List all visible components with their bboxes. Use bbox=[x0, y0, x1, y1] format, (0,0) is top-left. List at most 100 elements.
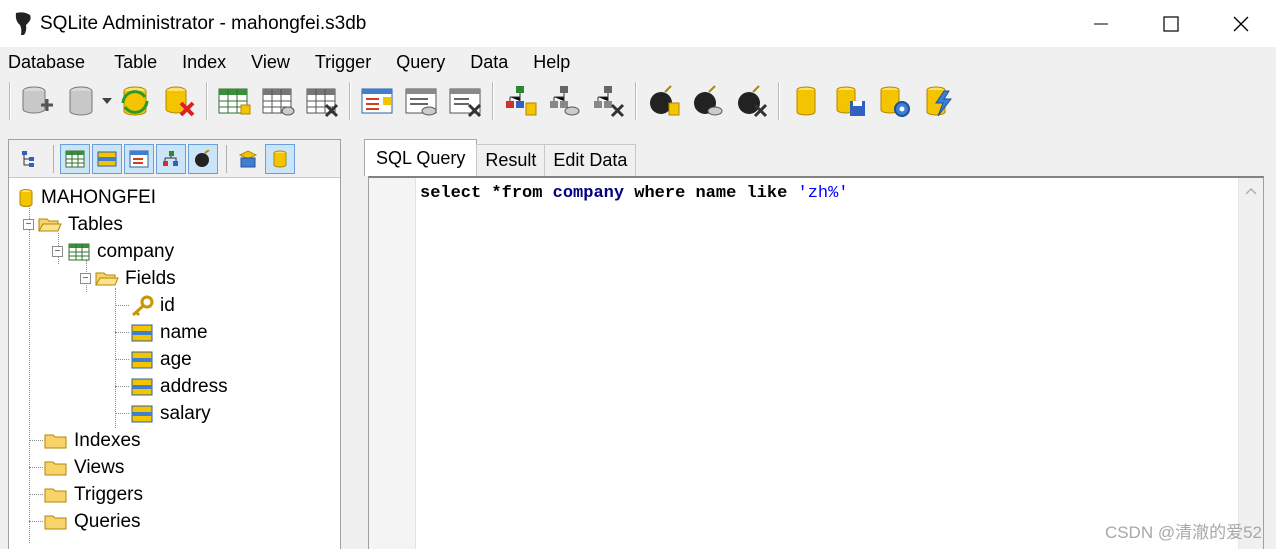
menu-trigger[interactable]: Trigger bbox=[307, 52, 380, 73]
sql-keyword: *from bbox=[481, 184, 553, 203]
edit-trigger-button[interactable] bbox=[687, 80, 727, 122]
create-index-icon bbox=[506, 86, 537, 116]
collapse-toggle[interactable]: − bbox=[80, 273, 91, 284]
delete-trigger-button[interactable] bbox=[731, 80, 771, 122]
delete-index-button[interactable] bbox=[588, 80, 628, 122]
tree-item-field-label: address bbox=[160, 375, 228, 397]
create-table-button[interactable] bbox=[214, 80, 254, 122]
menu-index[interactable]: Index bbox=[174, 52, 235, 73]
menu-bar: Database Table Index View Trigger Query … bbox=[0, 47, 1276, 77]
edit-index-button[interactable] bbox=[544, 80, 584, 122]
execute-query-button[interactable] bbox=[918, 80, 958, 122]
tree-toolbar-separator bbox=[226, 144, 227, 173]
save-database-icon bbox=[836, 86, 865, 116]
maximize-button[interactable] bbox=[1136, 0, 1206, 47]
tab-sql-query[interactable]: SQL Query bbox=[364, 139, 478, 176]
tree-item-field-label: salary bbox=[160, 402, 211, 424]
toolbar-separator bbox=[9, 82, 10, 120]
edit-table-button[interactable] bbox=[258, 80, 298, 122]
folder-icon bbox=[44, 484, 68, 506]
sqlite-feather-icon bbox=[15, 11, 31, 35]
minimize-button[interactable] bbox=[1066, 0, 1136, 47]
tree-item-field-name[interactable]: name bbox=[9, 319, 340, 346]
database-settings-icon bbox=[880, 86, 910, 117]
tree-item-views[interactable]: Views bbox=[9, 454, 340, 481]
object-tree: MAHONGFEI − Tables − company − Fields id… bbox=[9, 178, 340, 543]
create-view-button[interactable] bbox=[357, 80, 397, 122]
close-button[interactable] bbox=[1206, 0, 1276, 47]
filter-views-button[interactable] bbox=[124, 143, 154, 174]
tree-item-indexes[interactable]: Indexes bbox=[9, 427, 340, 454]
tree-item-fields[interactable]: − Fields bbox=[9, 265, 340, 292]
menu-database[interactable]: Database bbox=[0, 52, 94, 73]
menu-help[interactable]: Help bbox=[525, 52, 579, 73]
new-database-button[interactable] bbox=[17, 80, 57, 122]
create-trigger-button[interactable] bbox=[643, 80, 683, 122]
database-info-button[interactable] bbox=[786, 80, 826, 122]
delete-table-button[interactable] bbox=[302, 80, 342, 122]
folder-icon bbox=[44, 457, 68, 479]
tree-view-icon bbox=[22, 150, 34, 167]
delete-table-icon bbox=[306, 88, 339, 118]
delete-index-icon bbox=[594, 86, 625, 118]
menu-data[interactable]: Data bbox=[462, 52, 517, 73]
edit-index-icon bbox=[550, 86, 580, 116]
save-database-button[interactable] bbox=[830, 80, 870, 122]
collapse-toggle[interactable]: − bbox=[52, 246, 63, 257]
close-database-button[interactable] bbox=[159, 80, 199, 122]
refresh-database-button[interactable] bbox=[115, 80, 155, 122]
watermark: CSDN @清澈的爱52 bbox=[1104, 523, 1262, 542]
tree-item-views-label: Views bbox=[74, 456, 125, 478]
window-title: SQLite Administrator - mahongfei.s3db bbox=[40, 12, 367, 34]
sql-keyword: where name like bbox=[624, 184, 798, 203]
minimize-icon bbox=[1094, 23, 1108, 24]
tree-item-field-age[interactable]: age bbox=[9, 346, 340, 373]
delete-view-button[interactable] bbox=[445, 80, 485, 122]
sql-code[interactable]: select *from company where name like 'zh… bbox=[420, 184, 849, 203]
tree-item-table-company[interactable]: − company bbox=[9, 238, 340, 265]
tree-item-field-salary[interactable]: salary bbox=[9, 400, 340, 427]
tree-item-database-label: MAHONGFEI bbox=[41, 186, 157, 208]
filter-triggers-button[interactable] bbox=[188, 143, 218, 174]
tree-item-queries[interactable]: Queries bbox=[9, 508, 340, 535]
table-icon bbox=[65, 150, 85, 167]
database-object-button[interactable] bbox=[265, 143, 295, 174]
collapse-toggle[interactable]: − bbox=[23, 219, 34, 230]
tree-item-field-id[interactable]: id bbox=[9, 292, 340, 319]
create-view-icon bbox=[361, 88, 393, 114]
query-list-button[interactable] bbox=[233, 144, 263, 174]
tree-item-tables[interactable]: − Tables bbox=[9, 211, 340, 238]
create-index-button[interactable] bbox=[500, 80, 540, 122]
open-database-dropdown[interactable] bbox=[101, 80, 113, 122]
tree-item-database[interactable]: MAHONGFEI bbox=[9, 184, 340, 211]
new-database-icon bbox=[22, 86, 53, 114]
field-icon bbox=[130, 376, 154, 398]
vertical-scrollbar[interactable] bbox=[1238, 178, 1263, 549]
table-icon bbox=[67, 241, 91, 263]
tree-item-queries-label: Queries bbox=[74, 510, 141, 532]
menu-table[interactable]: Table bbox=[106, 52, 166, 73]
chevron-up-icon[interactable] bbox=[1244, 186, 1258, 196]
tree-item-field-address[interactable]: address bbox=[9, 373, 340, 400]
field-icon bbox=[130, 349, 154, 371]
editor-tabs: SQL Query Result Edit Data bbox=[364, 139, 637, 176]
chevron-down-icon bbox=[102, 98, 112, 104]
tab-result[interactable]: Result bbox=[476, 144, 546, 176]
filter-fields-button[interactable] bbox=[92, 143, 122, 174]
menu-query[interactable]: Query bbox=[388, 52, 454, 73]
edit-view-button[interactable] bbox=[401, 80, 441, 122]
tree-item-field-label: id bbox=[160, 294, 175, 316]
filter-indexes-button[interactable] bbox=[156, 143, 186, 174]
filter-tables-button[interactable] bbox=[60, 143, 90, 174]
open-database-button[interactable] bbox=[61, 80, 101, 122]
delete-view-icon bbox=[449, 88, 482, 118]
menu-view[interactable]: View bbox=[243, 52, 299, 73]
tab-edit-data[interactable]: Edit Data bbox=[544, 144, 637, 176]
sql-editor[interactable]: select *from company where name like 'zh… bbox=[368, 176, 1264, 549]
database-settings-button[interactable] bbox=[874, 80, 914, 122]
database-icon bbox=[273, 150, 287, 167]
delete-trigger-icon bbox=[738, 85, 768, 118]
query-list-icon bbox=[238, 149, 258, 167]
tree-item-triggers[interactable]: Triggers bbox=[9, 481, 340, 508]
tree-view-button[interactable] bbox=[15, 144, 45, 174]
